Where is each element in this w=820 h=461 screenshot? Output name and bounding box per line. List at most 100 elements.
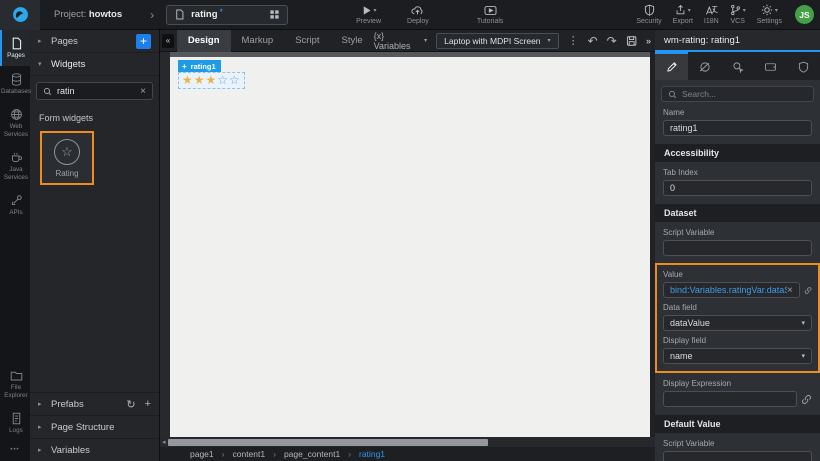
page-structure-section-header[interactable]: ▸ Page Structure: [30, 415, 159, 438]
deploy-button[interactable]: Deploy: [407, 5, 429, 25]
globe-icon: [10, 108, 23, 121]
expand-right-button[interactable]: »: [646, 36, 651, 46]
left-panel: ▸ Pages + ▾ Widgets × Form widgets ☆ Rat…: [30, 30, 160, 461]
scrollbar-thumb[interactable]: [168, 439, 488, 446]
undo-button[interactable]: ↶: [588, 35, 598, 47]
settings-button[interactable]: ▾ Settings: [757, 4, 782, 25]
rail-item-web-services[interactable]: Web Services: [0, 101, 30, 144]
variables-menu[interactable]: {x} Variables▾: [374, 31, 428, 51]
rail-item-logs[interactable]: Logs: [0, 405, 30, 441]
bind-link-icon[interactable]: [804, 285, 812, 296]
caret-right-icon: ▸: [38, 37, 45, 45]
chevron-down-icon: ▾: [743, 7, 746, 14]
default-script-variable-input[interactable]: [670, 454, 805, 461]
pages-section-header[interactable]: ▸ Pages +: [30, 30, 159, 53]
tab-style[interactable]: Style: [331, 30, 374, 52]
tab-markup[interactable]: Markup: [231, 30, 285, 52]
inspector-tabs: [655, 52, 820, 80]
rail-item-java-services[interactable]: Java Services: [0, 144, 30, 187]
prefabs-section-header[interactable]: ▸ Prefabs ↻ +: [30, 392, 159, 415]
wavemaker-logo-icon[interactable]: [0, 0, 40, 30]
chevron-down-icon: ▾: [775, 7, 778, 14]
breadcrumb: page1 › content1 › page_content1 › ratin…: [160, 447, 655, 461]
chevron-down-icon: ▾: [548, 37, 551, 44]
collapse-left-panel-button[interactable]: «: [162, 34, 174, 48]
tab-device[interactable]: [754, 52, 787, 80]
export-button[interactable]: ▾ Export: [673, 4, 693, 25]
clear-search-icon[interactable]: ×: [140, 86, 146, 97]
preview-button[interactable]: ▾ Preview: [356, 5, 381, 25]
play-icon: [361, 5, 372, 16]
rail-item-apis[interactable]: APIs: [0, 187, 30, 223]
page-tab[interactable]: rating *: [166, 5, 288, 25]
property-search[interactable]: [661, 86, 814, 102]
tab-properties[interactable]: [655, 52, 688, 80]
clear-value-icon[interactable]: ×: [787, 285, 793, 296]
vcs-button[interactable]: ▾ VCS: [730, 4, 746, 25]
breadcrumb-page-content1[interactable]: page_content1: [284, 449, 340, 459]
inspector-body: Name Accessibility Tab Index Dataset Scr…: [655, 102, 820, 461]
value-label: Value: [663, 270, 812, 279]
breadcrumb-page1[interactable]: page1: [190, 449, 214, 459]
chevron-down-icon: ▾: [374, 7, 377, 14]
caret-right-icon: ▸: [38, 400, 45, 408]
shield-icon: [644, 4, 655, 16]
bind-link-icon[interactable]: [801, 394, 812, 405]
rail-item-file-explorer[interactable]: File Explorer: [0, 362, 30, 405]
refresh-prefabs-icon[interactable]: ↻: [126, 398, 135, 411]
name-input[interactable]: [670, 123, 805, 133]
rating1-selection-tag[interactable]: + rating1: [178, 60, 221, 72]
save-button[interactable]: [626, 35, 637, 47]
value-input[interactable]: [670, 285, 787, 295]
rail-item-databases[interactable]: Databases: [0, 66, 30, 102]
tutorials-button[interactable]: Tutorials: [477, 5, 504, 25]
data-field-select[interactable]: dataValue ▾: [663, 315, 812, 331]
scroll-left-arrow-icon[interactable]: ◂: [162, 438, 166, 446]
tab-index-label: Tab Index: [663, 168, 812, 177]
i18n-button[interactable]: I18N: [704, 4, 719, 25]
breadcrumb-rating1[interactable]: rating1: [359, 449, 385, 459]
device-selector[interactable]: Laptop with MDPI Screen▾: [436, 33, 558, 49]
highlighted-dataset-group: Value × Data field dataValue ▾ Display f…: [655, 263, 820, 373]
page-surface[interactable]: + rating1 ★★★☆☆: [170, 57, 650, 437]
add-prefab-icon[interactable]: +: [145, 398, 151, 411]
rating1-stars[interactable]: ★★★☆☆: [178, 72, 245, 89]
rail-item-pages[interactable]: Pages: [0, 30, 30, 66]
security-button[interactable]: Security: [636, 4, 661, 25]
coffee-icon: [10, 151, 23, 164]
display-field-select[interactable]: name ▾: [663, 348, 812, 364]
tab-script[interactable]: Script: [284, 30, 330, 52]
rail-more-button[interactable]: •••: [0, 441, 30, 461]
variables-section-header[interactable]: ▸ Variables: [30, 438, 159, 461]
add-page-button[interactable]: +: [136, 34, 151, 49]
rail-spacer: [0, 223, 30, 363]
tab-design[interactable]: Design: [177, 30, 231, 52]
chevron-down-icon: ▾: [424, 37, 427, 44]
tab-styles[interactable]: [688, 52, 721, 80]
script-variable-input[interactable]: [670, 243, 805, 253]
design-canvas[interactable]: + rating1 ★★★☆☆: [160, 52, 655, 437]
default-value-section-header: Default Value: [655, 415, 820, 433]
move-icon: +: [182, 62, 187, 71]
property-search-input[interactable]: [682, 89, 807, 99]
widgets-section-header[interactable]: ▾ Widgets: [30, 53, 159, 76]
tab-security[interactable]: [787, 52, 820, 80]
canvas-toolbar: « Design Markup Script Style {x} Variabl…: [160, 30, 655, 52]
canvas-horizontal-scrollbar[interactable]: ◂: [160, 437, 655, 447]
rating-widget-tile[interactable]: ☆ Rating: [40, 131, 94, 185]
display-expression-input[interactable]: [670, 394, 790, 404]
user-avatar[interactable]: JS: [795, 5, 814, 24]
branch-icon: [730, 4, 741, 16]
grid-icon[interactable]: [269, 9, 280, 20]
widget-search[interactable]: ×: [36, 82, 153, 100]
rating1-widget[interactable]: + rating1 ★★★☆☆: [178, 60, 245, 89]
more-options-icon[interactable]: ⋮: [568, 34, 579, 47]
search-icon: [668, 90, 677, 99]
tab-events[interactable]: [721, 52, 754, 80]
pencil-icon: [666, 61, 678, 73]
breadcrumb-content1[interactable]: content1: [232, 449, 265, 459]
redo-button[interactable]: ↷: [607, 35, 617, 47]
widget-search-input[interactable]: [57, 86, 135, 96]
tab-index-input[interactable]: [670, 183, 805, 193]
cursor-click-icon: [732, 61, 744, 73]
